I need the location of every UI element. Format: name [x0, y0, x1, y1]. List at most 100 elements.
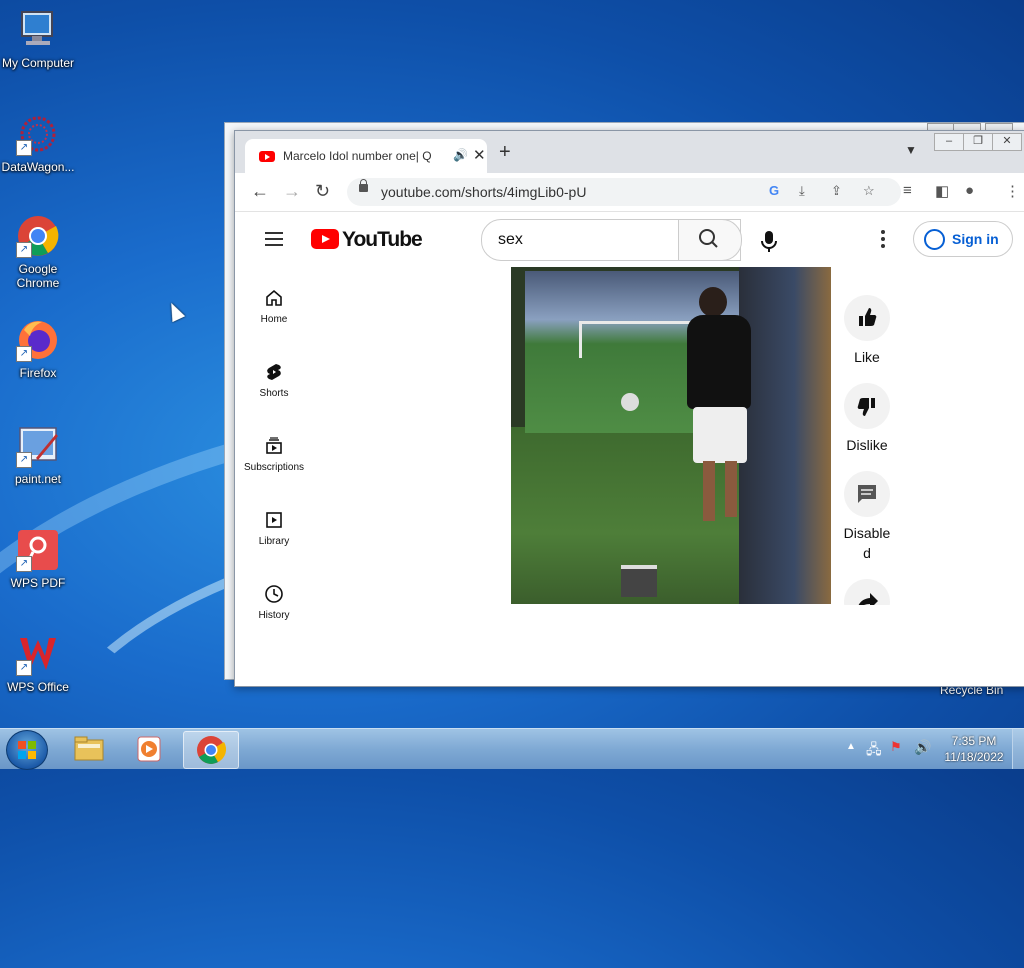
chevron-down-icon[interactable]: ▼ — [905, 143, 917, 157]
install-icon[interactable]: ⤓ — [799, 183, 805, 199]
taskbar-clock[interactable]: 7:35 PM 11/18/2022 — [938, 733, 1010, 765]
desktop-icon-wps-pdf[interactable]: ↗ WPS PDF — [0, 528, 76, 590]
video-frame-person — [703, 461, 715, 521]
show-desktop-button[interactable] — [1012, 729, 1024, 769]
chrome-menu-icon[interactable]: ⋮ — [1005, 182, 1020, 200]
search-input[interactable]: sex — [498, 231, 523, 249]
taskbar-chrome[interactable] — [183, 731, 239, 769]
show-hidden-icons-icon[interactable]: ▲ — [846, 741, 856, 752]
bookmark-star-icon[interactable]: ☆ — [863, 183, 875, 199]
guide-label: Subscriptions — [243, 462, 305, 473]
comment-icon — [844, 471, 890, 517]
desktop-icon-label: WPS PDF — [10, 576, 66, 590]
desktop-icon-label: My Computer — [1, 56, 75, 70]
guide-item-subscriptions[interactable]: Subscriptions — [235, 436, 313, 473]
speaker-icon[interactable]: 🔊 — [453, 148, 468, 162]
action-center-icon[interactable]: ⚑ — [890, 739, 902, 755]
desktop-icon-label: WPS Office — [7, 680, 69, 694]
taskbar-file-explorer[interactable] — [62, 731, 116, 767]
guide-label: Shorts — [259, 388, 289, 399]
shortcut-arrow-icon: ↗ — [16, 242, 32, 258]
datawagon-icon: ↗ — [16, 112, 60, 156]
desktop-icon-label: Google Chrome — [16, 262, 60, 290]
taskbar-media-player[interactable] — [122, 731, 176, 767]
home-icon — [264, 288, 284, 308]
search-icon — [699, 229, 718, 248]
share-icon[interactable]: ⇪ — [831, 183, 842, 199]
chrome-icon: ↗ — [16, 214, 60, 258]
settings-kebab-icon[interactable] — [881, 230, 885, 251]
guide-label: History — [258, 610, 290, 621]
video-frame-ball — [621, 393, 639, 411]
browser-tab[interactable]: Marcelo Idol number one| Q 🔊 ✕ — [245, 139, 487, 173]
guide-item-history[interactable]: History — [235, 584, 313, 621]
forward-arrow-icon[interactable]: → — [283, 181, 301, 202]
close-button[interactable]: ✕ — [992, 133, 1022, 151]
url-text[interactable]: youtube.com/shorts/4imgLib0-pU — [381, 184, 586, 200]
start-button[interactable] — [6, 730, 48, 770]
new-tab-button[interactable]: + — [499, 141, 511, 164]
network-icon[interactable]: 🖧 — [866, 739, 882, 763]
desktop-icon-paint-net[interactable]: ↗ paint.net — [0, 424, 76, 486]
wps-pdf-icon: ↗ — [16, 528, 60, 572]
side-panel-icon[interactable]: ◧ — [935, 182, 949, 200]
wps-office-icon: ↗ — [16, 632, 60, 676]
reload-icon[interactable]: ↻ — [315, 181, 330, 202]
mouse-cursor-icon — [164, 299, 186, 323]
guide-item-library[interactable]: Library — [235, 510, 313, 547]
address-bar[interactable]: youtube.com/shorts/4imgLib0-pU G ⤓ ⇪ ☆ — [347, 178, 901, 206]
microphone-icon[interactable] — [759, 230, 779, 259]
maximize-button[interactable]: ❐ — [963, 133, 993, 151]
sign-in-button[interactable]: Sign in — [913, 221, 1013, 257]
minimize-button[interactable]: – — [934, 133, 964, 151]
like-button[interactable]: Like — [835, 295, 899, 367]
chrome-window[interactable]: Marcelo Idol number one| Q 🔊 ✕ + ▼ – ❐ ✕ ←… — [234, 130, 1024, 687]
dislike-label: Dislike — [846, 437, 888, 453]
media-player-icon — [137, 736, 161, 762]
desktop-icon-firefox[interactable]: ↗ Firefox — [0, 318, 76, 380]
guide-item-shorts[interactable]: Shorts — [235, 362, 313, 399]
desktop-icon-wps-office[interactable]: ↗ WPS Office — [0, 632, 76, 694]
google-lens-icon[interactable]: G — [769, 183, 779, 198]
share-button[interactable] — [835, 579, 899, 605]
library-icon — [264, 510, 284, 530]
youtube-favicon-icon — [259, 151, 275, 162]
desktop-icon-my-computer[interactable]: My Computer — [0, 8, 76, 70]
video-frame-person — [725, 461, 737, 517]
search-button[interactable] — [678, 219, 742, 261]
sign-in-label: Sign in — [952, 231, 999, 247]
hamburger-menu-icon[interactable] — [265, 232, 283, 246]
shortcut-arrow-icon: ↗ — [16, 140, 32, 156]
desktop-icon-google-chrome[interactable]: ↗ Google Chrome — [0, 214, 76, 290]
profile-icon[interactable]: ● — [965, 182, 974, 199]
clock-time: 7:35 PM — [951, 734, 997, 748]
subscriptions-icon — [264, 436, 284, 456]
video-frame-person — [693, 407, 747, 463]
like-label: Like — [854, 349, 880, 365]
video-frame-wall — [739, 267, 831, 604]
dislike-button[interactable]: Dislike — [835, 383, 899, 455]
thumbs-down-icon — [844, 383, 890, 429]
guide-item-home[interactable]: Home — [235, 288, 313, 325]
volume-icon[interactable]: 🔊 — [914, 739, 931, 756]
desktop-icon-label: Firefox — [19, 366, 57, 380]
shorts-icon — [264, 362, 284, 382]
comments-label: Disable d — [843, 525, 891, 561]
tab-strip: Marcelo Idol number one| Q 🔊 ✕ + ▼ – ❐ ✕ — [235, 131, 1024, 173]
shortcut-arrow-icon: ↗ — [16, 660, 32, 676]
desktop-icon-label: DataWagon... — [1, 160, 75, 174]
media-control-icon[interactable]: ≡ — [903, 182, 912, 199]
history-icon — [264, 584, 284, 604]
paint-net-icon: ↗ — [16, 424, 60, 468]
comments-button[interactable]: Disable d — [835, 471, 899, 563]
video-frame-person — [687, 315, 751, 409]
tab-close-button[interactable]: ✕ — [473, 146, 486, 164]
shorts-video-player[interactable] — [511, 267, 831, 604]
shortcut-arrow-icon: ↗ — [16, 556, 32, 572]
thumbs-up-icon — [844, 295, 890, 341]
tab-title: Marcelo Idol number one| Q — [283, 149, 432, 163]
video-frame-person — [699, 287, 727, 317]
desktop-icon-datawagon[interactable]: ↗ DataWagon... — [0, 112, 76, 174]
lock-icon[interactable] — [359, 179, 368, 192]
back-arrow-icon[interactable]: ← — [251, 181, 269, 202]
